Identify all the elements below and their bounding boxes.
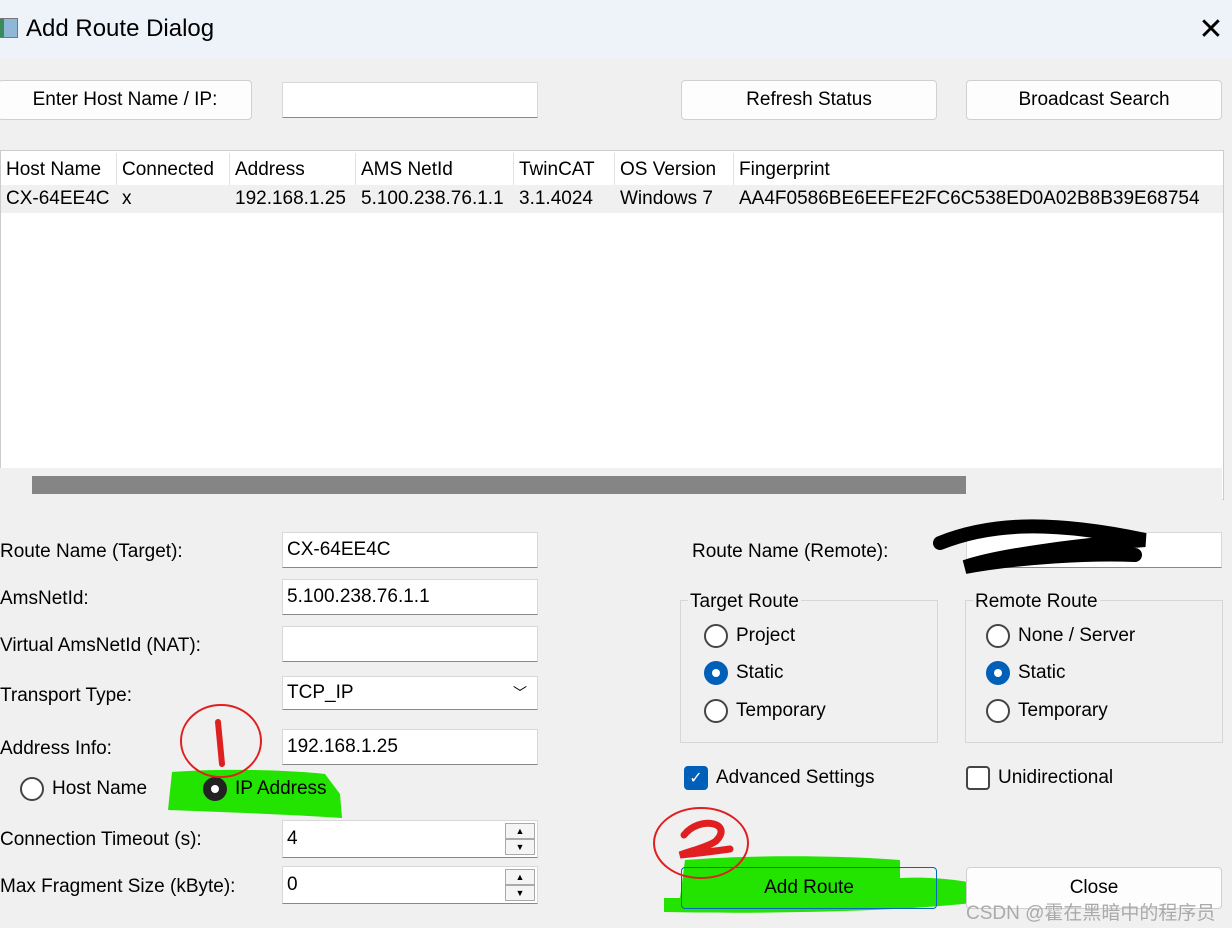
radio-label: Temporary [1018, 700, 1108, 721]
broadcast-search-button[interactable]: Broadcast Search [966, 80, 1222, 120]
watermark: CSDN @霍在黑暗中的程序员 [966, 903, 1216, 924]
remote-route-title: Remote Route [973, 591, 1100, 613]
remote-route-static[interactable]: Static [986, 661, 1066, 685]
cell: CX-64EE4C [6, 188, 110, 209]
target-route-project[interactable]: Project [704, 624, 795, 648]
cell: Windows 7 [620, 188, 713, 209]
route-name-target-input[interactable]: CX-64EE4C [282, 532, 538, 568]
table-row[interactable]: CX-64EE4C x 192.168.1.25 5.100.238.76.1.… [1, 185, 1223, 213]
radio-icon [986, 624, 1010, 648]
transport-type-label: Transport Type: [0, 685, 133, 706]
column-header[interactable]: Fingerprint [734, 153, 1223, 187]
column-header[interactable]: Address [230, 153, 356, 187]
remote-route-none[interactable]: None / Server [986, 624, 1135, 648]
radio-icon [986, 699, 1010, 723]
transport-type-value: TCP_IP [287, 682, 354, 703]
cell: x [122, 188, 132, 209]
virtual-amsnetid-input[interactable] [282, 626, 538, 662]
advanced-settings-checkbox[interactable]: ✓ Advanced Settings [684, 766, 874, 790]
radio-icon [20, 777, 44, 801]
fragment-value: 0 [287, 874, 298, 895]
check-icon: ✓ [684, 766, 708, 790]
cell: 5.100.238.76.1.1 [361, 188, 504, 209]
amsnetid-input[interactable]: 5.100.238.76.1.1 [282, 579, 538, 615]
radio-icon [704, 661, 728, 685]
route-name-target-label: Route Name (Target): [0, 541, 183, 562]
column-header[interactable]: AMS NetId [356, 153, 514, 187]
window-title: Add Route Dialog [26, 15, 215, 42]
checkbox-label: Unidirectional [998, 767, 1114, 788]
column-header[interactable]: OS Version [615, 153, 734, 187]
target-route-title: Target Route [688, 591, 801, 613]
address-info-input[interactable]: 192.168.1.25 [282, 729, 538, 765]
spin-down-icon[interactable]: ▼ [505, 839, 535, 855]
column-header[interactable]: Connected [117, 153, 230, 187]
spin-down-icon[interactable]: ▼ [505, 885, 535, 901]
amsnetid-label: AmsNetId: [0, 588, 89, 609]
remote-route-temporary[interactable]: Temporary [986, 699, 1108, 723]
radio-label: None / Server [1018, 625, 1136, 646]
horizontal-scrollbar[interactable] [0, 468, 1222, 500]
refresh-status-button[interactable]: Refresh Status [681, 80, 937, 120]
virtual-amsnetid-label: Virtual AmsNetId (NAT): [0, 635, 201, 656]
connection-timeout-stepper[interactable]: 4 ▲ ▼ [282, 820, 538, 858]
column-header[interactable]: TwinCAT [514, 153, 615, 187]
transport-type-select[interactable]: TCP_IP ﹀ [282, 676, 538, 710]
max-fragment-stepper[interactable]: 0 ▲ ▼ [282, 866, 538, 904]
target-route-temporary[interactable]: Temporary [704, 699, 826, 723]
address-info-label: Address Info: [0, 738, 112, 759]
checkbox-label: Advanced Settings [716, 767, 875, 788]
radio-label: Project [736, 625, 796, 646]
redaction-scribble [933, 519, 1147, 574]
route-name-remote-label: Route Name (Remote): [692, 541, 889, 562]
spin-up-icon[interactable]: ▲ [505, 869, 535, 885]
connection-timeout-label: Connection Timeout (s): [0, 829, 202, 850]
radio-icon [704, 699, 728, 723]
cell: 3.1.4024 [519, 188, 593, 209]
close-icon[interactable]: ✕ [1196, 12, 1226, 47]
chevron-down-icon: ﹀ [513, 685, 527, 701]
checkbox-icon [966, 766, 990, 790]
target-route-static[interactable]: Static [704, 661, 784, 685]
annotation-circle-2 [653, 807, 749, 879]
column-header[interactable]: Host Name [1, 153, 117, 187]
unidirectional-checkbox[interactable]: Unidirectional [966, 766, 1113, 790]
scrollbar-thumb[interactable] [32, 476, 966, 494]
radio-label: Static [736, 662, 784, 683]
cell: AA4F0586BE6EEFE2FC6C538ED0A02B8B39E68754 [739, 188, 1200, 209]
host-name-radio[interactable]: Host Name [20, 777, 147, 801]
hosts-table: Host Name Connected Address AMS NetId Tw… [0, 150, 1224, 500]
radio-icon [704, 624, 728, 648]
annotation-circle-1 [180, 704, 262, 778]
radio-label: Host Name [52, 778, 148, 799]
cell: 192.168.1.25 [235, 188, 346, 209]
host-input[interactable] [282, 82, 538, 118]
spin-up-icon[interactable]: ▲ [505, 823, 535, 839]
radio-label: Static [1018, 662, 1066, 683]
radio-label: Temporary [736, 700, 826, 721]
radio-icon [986, 661, 1010, 685]
app-icon [0, 18, 18, 38]
enter-host-button[interactable]: Enter Host Name / IP: [0, 80, 252, 120]
timeout-value: 4 [287, 828, 298, 849]
max-fragment-label: Max Fragment Size (kByte): [0, 876, 236, 897]
